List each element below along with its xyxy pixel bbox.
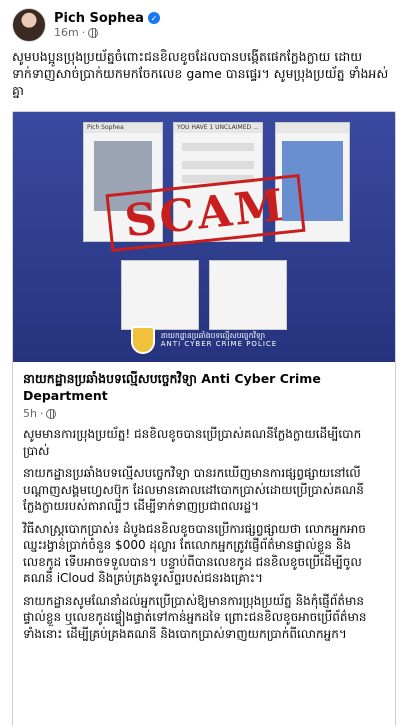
post-meta: 16m · (54, 26, 160, 39)
scam-stamp-text: SCAM (122, 179, 289, 247)
shared-post-body: នាយកដ្ឋានប្រឆាំងបទល្មើសបច្ចេកវិទ្យា Anti… (13, 362, 395, 656)
screenshot-title (276, 123, 349, 133)
form-line (182, 143, 254, 151)
meta-separator: · (39, 407, 44, 420)
facebook-post: Pich Sophea ✓ 16m · សូមបងប្អូនប្រុងប្រយ័… (0, 0, 408, 726)
verified-badge-icon: ✓ (147, 12, 160, 25)
name-row: Pich Sophea ✓ (54, 11, 160, 27)
meta-separator: · (81, 26, 86, 40)
author-name[interactable]: Pich Sophea (54, 11, 144, 27)
shared-image[interactable]: Pich Sophea YOU HAVE 1 UNCLAIMED ... SCA… (13, 112, 395, 362)
author-block: Pich Sophea ✓ 16m · (54, 11, 160, 40)
screenshot-title: YOU HAVE 1 UNCLAIMED ... (174, 123, 262, 133)
globe-icon (88, 27, 99, 38)
form-line (182, 161, 254, 169)
police-badge-icon (130, 326, 155, 354)
shared-post-card[interactable]: Pich Sophea YOU HAVE 1 UNCLAIMED ... SCA… (12, 111, 396, 726)
shared-paragraph: សូមមានការប្រុងប្រយ័ត្ន! ជនខិលខូចបានប្រើប… (23, 427, 362, 458)
globe-icon (46, 408, 57, 419)
shared-time[interactable]: 5h (23, 407, 37, 420)
shared-meta: 5h · (23, 407, 385, 420)
shared-paragraph: វិធីសាស្ត្របោកប្រាស់៖ ដំបូងជនខិលខូចបានប្… (23, 521, 366, 586)
police-text: នាយកដ្ឋានប្រឆាំងបទល្មើសបច្ចេកវិទ្យា ANTI… (160, 330, 278, 349)
post-time[interactable]: 16m (54, 26, 79, 39)
avatar[interactable] (12, 8, 46, 42)
police-logo-block: នាយកដ្ឋានប្រឆាំងបទល្មើសបច្ចេកវិទ្យា ANTI… (13, 326, 395, 354)
screenshot-chat-2 (209, 260, 287, 330)
police-unit-kh: នាយកដ្ឋានប្រឆាំងបទល្មើសបច្ចេកវិទ្យា (160, 330, 266, 340)
screenshot-title: Pich Sophea (84, 123, 162, 133)
shared-paragraph: នាយកដ្ឋានសូមណែនាំដល់អ្នកប្រើប្រាស់ឱ្យមាន… (23, 593, 367, 641)
post-caption: សូមបងប្អូនប្រុងប្រយ័ត្នចំពោះជនខិលខូចដែលប… (12, 49, 389, 98)
police-unit-en: ANTI CYBER CRIME POLICE (160, 340, 278, 349)
shared-page-name[interactable]: នាយកដ្ឋានប្រឆាំងបទល្មើសបច្ចេកវិទ្យា Anti… (23, 370, 385, 404)
screenshot-chat-1 (121, 260, 199, 330)
post-header: Pich Sophea ✓ 16m · (0, 0, 408, 44)
shared-paragraph: នាយកដ្ឋានប្រឆាំងបទល្មើសបច្ចេកវិទ្យា បានរ… (23, 466, 364, 513)
